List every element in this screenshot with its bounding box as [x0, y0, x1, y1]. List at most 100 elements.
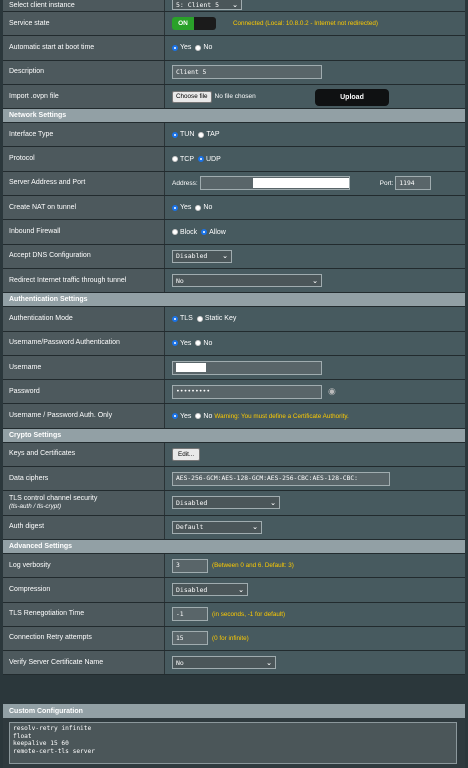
nat-yes-radio[interactable]: Yes [172, 204, 191, 211]
compression-label: Compression [3, 578, 165, 602]
tap-radio[interactable]: TAP [198, 131, 220, 138]
tcp-radio[interactable]: TCP [172, 156, 194, 163]
upload-button[interactable]: Upload [315, 88, 389, 106]
description-input[interactable]: Client 5 [172, 65, 322, 80]
tls-radio[interactable]: TLS [172, 315, 193, 322]
firewall-label: Inbound Firewall [3, 220, 165, 244]
verify-label: Verify Server Certificate Name [3, 651, 165, 675]
compression-select[interactable]: Disabled ⌄ [172, 583, 248, 597]
verbosity-row: Log verbosity 3 (Between 0 and 6. Defaul… [3, 553, 465, 579]
keys-label: Keys and Certificates [3, 442, 165, 467]
auto-start-label: Automatic start at boot time [3, 36, 165, 60]
dns-select[interactable]: Disabled ⌄ [172, 249, 232, 263]
auto-start-yes-radio[interactable]: Yes [172, 44, 191, 51]
static-key-radio[interactable]: Static Key [196, 315, 236, 322]
reneg-hint: (in seconds, -1 for default) [212, 610, 286, 618]
verbosity-hint: (Between 0 and 6. Default: 3) [212, 562, 294, 570]
no-file-text: No file chosen [214, 93, 256, 101]
auth-warning: Warning: You must define a Certificate A… [214, 412, 349, 420]
verbosity-label: Log verbosity [3, 553, 165, 578]
custom-configuration-section: Custom Configuration resolv-retry infini… [3, 704, 465, 768]
digest-select[interactable]: Default ⌄ [172, 520, 262, 534]
username-input[interactable] [172, 360, 322, 375]
tls-security-select[interactable]: Disabled ⌄ [172, 496, 280, 510]
reneg-input[interactable]: -1 [172, 607, 208, 622]
block-radio[interactable]: Block [172, 229, 197, 236]
nat-no-radio[interactable]: No [195, 204, 212, 211]
userpass-yes-radio[interactable]: Yes [172, 340, 191, 347]
chevron-down-icon: ⌄ [238, 585, 244, 594]
edit-keys-button[interactable]: Edit... [172, 447, 201, 461]
ciphers-input[interactable]: AES-256-GCM:AES-128-GCM:AES-256-CBC:AES-… [172, 471, 390, 486]
auth-mode-row: Authentication Mode TLS Static Key [3, 307, 465, 332]
protocol-row: Protocol TCP UDP [3, 147, 465, 172]
service-state-row: Service state ON Connected (Local: 10.8.… [3, 12, 465, 37]
digest-label: Auth digest [3, 515, 165, 539]
username-label: Username [3, 355, 165, 380]
password-input[interactable]: ••••••••• [172, 384, 322, 399]
auth-only-row: Username / Password Auth. Only Yes No Wa… [3, 404, 465, 429]
select-client-row: Select client instance 5: Client 5 ⌄ [3, 0, 465, 12]
port-label: Port: [379, 179, 394, 187]
vpn-client-settings: Select client instance 5: Client 5 ⌄ Serv… [3, 0, 465, 676]
chevron-down-icon: ⌄ [312, 276, 318, 285]
auth-only-yes-radio[interactable]: Yes [172, 413, 191, 420]
firewall-row: Inbound Firewall Block Allow [3, 220, 465, 245]
allow-radio[interactable]: Allow [201, 229, 226, 236]
verify-select[interactable]: No ⌄ [172, 656, 276, 670]
address-label: Address: [172, 179, 198, 187]
verify-row: Verify Server Certificate Name No ⌄ [3, 651, 465, 676]
tls-security-row: TLS control channel security (tls-auth /… [3, 491, 465, 516]
service-state-toggle[interactable]: ON [172, 17, 216, 31]
redirect-row: Redirect Internet traffic through tunnel… [3, 268, 465, 294]
server-label: Server Address and Port [3, 171, 165, 196]
ciphers-row: Data ciphers AES-256-GCM:AES-128-GCM:AES… [3, 467, 465, 492]
password-label: Password [3, 380, 165, 404]
tun-radio[interactable]: TUN [172, 131, 194, 138]
nat-row: Create NAT on tunnel Yes No [3, 196, 465, 221]
reneg-row: TLS Renegotiation Time -1 (in seconds, -… [3, 602, 465, 627]
auto-start-row: Automatic start at boot time Yes No [3, 36, 465, 61]
select-client-label: Select client instance [3, 0, 165, 11]
auth-only-no-radio[interactable]: No [195, 413, 212, 420]
chevron-down-icon: ⌄ [252, 523, 258, 532]
import-label: Import .ovpn file [3, 84, 165, 109]
retry-input[interactable]: 15 [172, 631, 208, 646]
userpass-row: Username/Password Authentication Yes No [3, 331, 465, 356]
connection-status: Connected (Local: 10.8.0.2 - Internet no… [233, 20, 378, 28]
udp-radio[interactable]: UDP [198, 156, 221, 163]
nat-label: Create NAT on tunnel [3, 196, 165, 220]
eye-icon[interactable]: ◉ [328, 386, 336, 397]
server-row: Server Address and Port Address: Port: 1… [3, 171, 465, 197]
retry-hint: (0 for infinite) [212, 634, 249, 642]
userpass-no-radio[interactable]: No [195, 340, 212, 347]
choose-file-button[interactable]: Choose file [172, 90, 212, 103]
dns-row: Accept DNS Configuration Disabled ⌄ [3, 244, 465, 269]
interface-row: Interface Type TUN TAP [3, 123, 465, 148]
custom-configuration-textarea[interactable]: resolv-retry infinite float keepalive 15… [9, 722, 457, 764]
chevron-down-icon: ⌄ [266, 658, 272, 667]
auto-start-no-radio[interactable]: No [195, 44, 212, 51]
port-input[interactable]: 1194 [395, 176, 432, 191]
auth-mode-label: Authentication Mode [3, 307, 165, 331]
description-label: Description [3, 60, 165, 84]
username-row: Username [3, 355, 465, 381]
network-settings-header: Network Settings [3, 109, 465, 124]
dns-label: Accept DNS Configuration [3, 244, 165, 268]
auth-only-label: Username / Password Auth. Only [3, 404, 165, 428]
userpass-label: Username/Password Authentication [3, 331, 165, 355]
compression-row: Compression Disabled ⌄ [3, 578, 465, 603]
chevron-down-icon: ⌄ [232, 0, 238, 9]
verbosity-input[interactable]: 3 [172, 558, 208, 573]
redirect-label: Redirect Internet traffic through tunnel [3, 268, 165, 293]
import-row: Import .ovpn file Choose file No file ch… [3, 84, 465, 110]
client-instance-select[interactable]: 5: Client 5 ⌄ [172, 0, 242, 10]
ciphers-label: Data ciphers [3, 467, 165, 491]
digest-row: Auth digest Default ⌄ [3, 515, 465, 540]
chevron-down-icon: ⌄ [270, 498, 276, 507]
authentication-settings-header: Authentication Settings [3, 293, 465, 308]
server-address-input[interactable] [199, 176, 350, 191]
advanced-settings-header: Advanced Settings [3, 539, 465, 554]
redirect-select[interactable]: No ⌄ [172, 274, 322, 288]
retry-row: Connection Retry attempts 15 (0 for infi… [3, 626, 465, 652]
